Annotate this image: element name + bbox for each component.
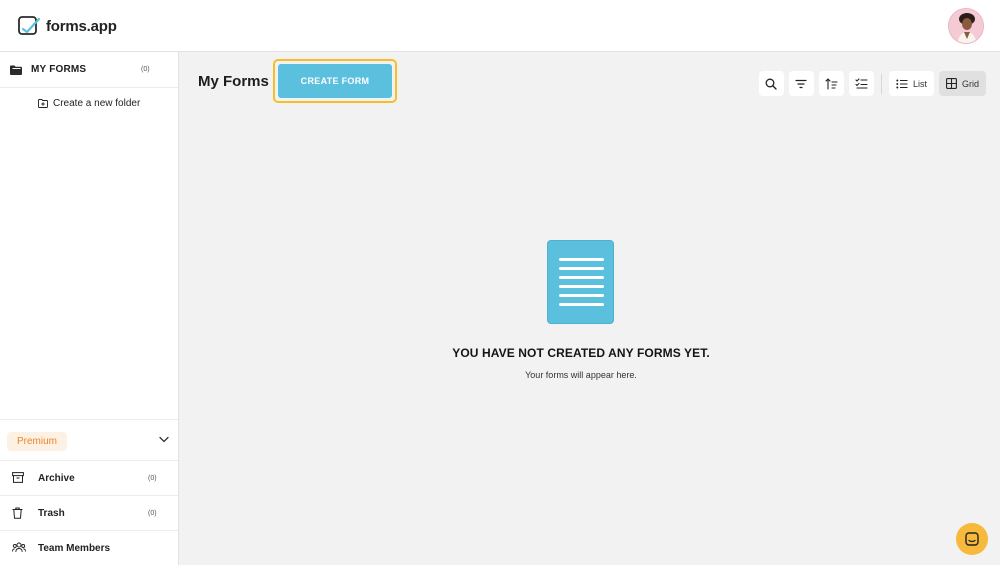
toolbar-divider xyxy=(880,73,882,94)
empty-state-subtitle: Your forms will appear here. xyxy=(525,370,637,380)
create-folder-link[interactable]: Create a new folder xyxy=(38,98,140,109)
sidebar-item-my-forms[interactable]: MY FORMS (0) xyxy=(0,52,178,88)
create-form-button[interactable]: CREATE FORM xyxy=(278,64,392,98)
create-form-highlight: CREATE FORM xyxy=(273,59,397,103)
avatar-image xyxy=(949,9,983,43)
archive-icon xyxy=(12,472,24,483)
list-view-button[interactable]: List xyxy=(888,71,934,96)
list-icon xyxy=(896,79,908,88)
sidebar-item-archive[interactable]: Archive (0) xyxy=(0,461,178,496)
sort-button[interactable] xyxy=(818,71,844,96)
checklist-icon xyxy=(855,78,868,89)
trash-count: (0) xyxy=(148,510,157,517)
folder-plus-icon xyxy=(38,99,48,108)
team-icon xyxy=(12,542,26,553)
select-button[interactable] xyxy=(848,71,874,96)
search-icon xyxy=(766,78,778,90)
grid-view-button[interactable]: Grid xyxy=(938,71,986,96)
folder-icon xyxy=(10,65,22,75)
logo-text: forms.app xyxy=(46,17,117,35)
sidebar-item-team-members[interactable]: Team Members xyxy=(0,531,178,565)
sort-icon xyxy=(825,77,838,90)
grid-icon xyxy=(946,78,957,89)
filter-button[interactable] xyxy=(788,71,814,96)
page-title: My Forms xyxy=(198,73,269,90)
trash-icon xyxy=(12,507,23,519)
my-forms-label: MY FORMS xyxy=(31,64,87,75)
premium-section[interactable]: Premium xyxy=(0,419,178,461)
list-view-label: List xyxy=(912,78,927,89)
top-bar: forms.app xyxy=(0,0,1000,52)
main-content: My Forms CREATE FORM List Grid YOU HAVE … xyxy=(180,52,1000,565)
empty-state-title: YOU HAVE NOT CREATED ANY FORMS YET. xyxy=(452,346,710,360)
chat-icon xyxy=(965,532,979,546)
grid-view-label: Grid xyxy=(961,78,979,89)
logo-icon xyxy=(18,16,41,35)
view-toolbar: List Grid xyxy=(758,71,986,96)
filter-icon xyxy=(795,79,808,88)
team-members-label: Team Members xyxy=(38,543,111,554)
trash-label: Trash xyxy=(38,508,65,519)
app-logo[interactable]: forms.app xyxy=(17,14,117,38)
sidebar: MY FORMS (0) Create a new folder Premium… xyxy=(0,52,179,565)
chat-support-button[interactable] xyxy=(956,523,988,555)
empty-document-icon xyxy=(547,240,614,324)
my-forms-count: (0) xyxy=(141,66,150,73)
premium-badge: Premium xyxy=(7,432,68,451)
archive-label: Archive xyxy=(38,473,75,484)
archive-count: (0) xyxy=(148,475,157,482)
create-folder-label: Create a new folder xyxy=(53,98,141,109)
sidebar-item-trash[interactable]: Trash (0) xyxy=(0,496,178,531)
user-avatar[interactable] xyxy=(948,8,984,44)
search-button[interactable] xyxy=(758,71,784,96)
chevron-down-icon[interactable] xyxy=(159,436,169,443)
